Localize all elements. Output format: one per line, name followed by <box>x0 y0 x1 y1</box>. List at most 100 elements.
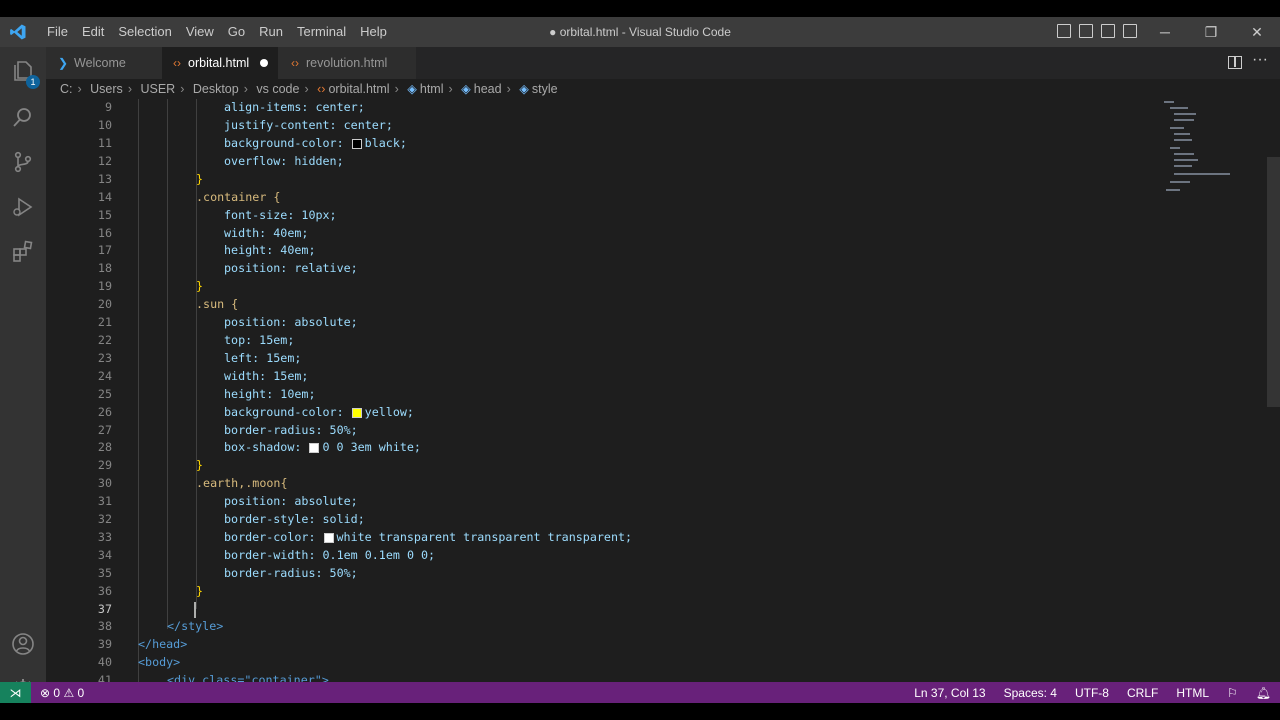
line-number: 11 <box>97 136 112 150</box>
minimap[interactable] <box>1160 99 1250 219</box>
code-text: background-color: black; <box>224 136 407 150</box>
breadcrumb-item[interactable]: style <box>532 82 558 96</box>
window-controls: ─ ❐ ✕ <box>1142 17 1280 47</box>
breadcrumb-item[interactable]: Users <box>90 82 123 96</box>
breadcrumb-item[interactable]: vs code <box>256 82 299 96</box>
search-icon[interactable] <box>11 105 35 129</box>
close-button[interactable]: ✕ <box>1234 17 1280 47</box>
line-number: 39 <box>97 637 112 651</box>
breadcrumb-item[interactable]: USER <box>140 82 175 96</box>
line-number: 40 <box>97 655 112 669</box>
editor-tabs: ❯ Welcome ‹› orbital.html ‹› revolution.htm… <box>46 47 1280 79</box>
code-line: .container { <box>196 190 281 204</box>
line-number: 10 <box>97 118 112 132</box>
error-icon: ⊗ <box>40 686 51 700</box>
source-control-icon[interactable] <box>11 150 35 174</box>
status-bar: ⋊ ⊗ 0 ⚠ 0 Ln 37, Col 13 Spaces: 4 UTF-8 … <box>0 682 1280 703</box>
indentation[interactable]: Spaces: 4 <box>995 682 1066 703</box>
toggle-primary-sidebar-icon[interactable] <box>1057 24 1071 38</box>
unsaved-dot-icon[interactable] <box>260 59 268 67</box>
menu-edit[interactable]: Edit <box>75 17 111 47</box>
line-number-current: 37 <box>97 602 112 616</box>
html-icon: ‹› <box>317 82 326 96</box>
end-of-line[interactable]: CRLF <box>1118 682 1167 703</box>
code-line: border-width: 0.1em 0.1em 0 0; <box>224 548 436 562</box>
menu-go[interactable]: Go <box>221 17 252 47</box>
symbol-icon: ◈ <box>461 82 471 96</box>
maximize-button[interactable]: ❐ <box>1188 17 1234 47</box>
explorer-badge: 1 <box>26 75 40 89</box>
line-number: 12 <box>97 154 112 168</box>
code-line: } <box>196 172 204 186</box>
breadcrumb-item[interactable]: orbital.html <box>328 82 389 96</box>
line-number: 19 <box>97 279 112 293</box>
encoding[interactable]: UTF-8 <box>1066 682 1118 703</box>
vertical-scrollbar[interactable] <box>1267 157 1280 407</box>
breadcrumb-item[interactable]: Desktop <box>193 82 239 96</box>
split-editor-icon[interactable] <box>1228 56 1242 69</box>
line-number: 30 <box>97 476 112 490</box>
breadcrumb-item[interactable]: head <box>474 82 502 96</box>
line-number: 15 <box>97 208 112 222</box>
menu-terminal[interactable]: Terminal <box>290 17 353 47</box>
menu-selection[interactable]: Selection <box>111 17 178 47</box>
line-number: 28 <box>97 440 112 454</box>
code-line: position: relative; <box>224 261 358 275</box>
code-line: justify-content: center; <box>224 118 393 132</box>
vscode-logo-icon <box>10 24 26 40</box>
customize-layout-icon[interactable] <box>1123 24 1137 38</box>
language-mode[interactable]: HTML <box>1167 682 1218 703</box>
menu-help[interactable]: Help <box>353 17 394 47</box>
code-line: position: absolute; <box>224 494 358 508</box>
code-line: border-radius: 50%; <box>224 566 358 580</box>
run-debug-icon[interactable] <box>11 195 35 219</box>
code-text: border-color: white transparent transpar… <box>224 530 633 544</box>
tab-revolution-html[interactable]: ‹› revolution.html <box>278 47 416 79</box>
tab-label: revolution.html <box>306 56 388 70</box>
color-swatch-white[interactable] <box>309 443 320 453</box>
tab-welcome[interactable]: ❯ Welcome <box>46 47 162 79</box>
line-number: 35 <box>97 566 112 580</box>
notifications-bell-icon[interactable]: 🔔︎ <box>1247 682 1280 703</box>
code-line: </style> <box>167 619 224 633</box>
tab-orbital-html[interactable]: ‹› orbital.html <box>162 47 278 79</box>
menu-file[interactable]: File <box>40 17 75 47</box>
remote-icon[interactable]: ⋊ <box>0 682 31 703</box>
line-number: 9 <box>104 100 112 114</box>
symbol-icon: ◈ <box>519 82 529 96</box>
symbol-icon: ◈ <box>407 82 417 96</box>
toggle-panel-icon[interactable] <box>1079 24 1093 38</box>
extensions-icon[interactable] <box>11 240 35 264</box>
line-number: 17 <box>97 243 112 257</box>
code-text: background-color: yellow; <box>224 405 414 419</box>
tab-label: orbital.html <box>188 56 250 70</box>
code-line: width: 40em; <box>224 226 309 240</box>
line-number: 27 <box>97 423 112 437</box>
code-line: position: absolute; <box>224 315 358 329</box>
more-actions-icon[interactable]: ··· <box>1252 51 1268 69</box>
breadcrumb: C: › Users › USER › Desktop › vs code › ‹› orb… <box>60 82 558 96</box>
layout-controls <box>1057 24 1137 38</box>
problems-indicator[interactable]: ⊗ 0 ⚠ 0 <box>40 682 84 703</box>
minimize-button[interactable]: ─ <box>1142 17 1188 47</box>
code-editor[interactable]: 9 10 11 12 13 14 15 16 17 18 19 20 21 22… <box>46 99 1268 684</box>
toggle-secondary-sidebar-icon[interactable] <box>1101 24 1115 38</box>
account-icon[interactable] <box>11 632 35 656</box>
menu-view[interactable]: View <box>179 17 221 47</box>
line-number: 33 <box>97 530 112 544</box>
code-line: border-radius: 50%; <box>224 423 358 437</box>
code-line: background-color: black; <box>224 135 407 153</box>
color-swatch-yellow[interactable] <box>351 408 362 418</box>
breadcrumb-item[interactable]: html <box>420 82 444 96</box>
color-swatch-black[interactable] <box>351 139 362 149</box>
code-line: font-size: 10px; <box>224 208 337 222</box>
code-line: background-color: yellow; <box>224 404 414 422</box>
code-line: border-style: solid; <box>224 512 365 526</box>
menu-run[interactable]: Run <box>252 17 290 47</box>
breadcrumb-item[interactable]: C: <box>60 82 73 96</box>
line-number: 32 <box>97 512 112 526</box>
feedback-icon[interactable]: ⚐ <box>1218 682 1247 703</box>
cursor-position[interactable]: Ln 37, Col 13 <box>905 682 994 703</box>
code-line: </head> <box>138 637 188 651</box>
color-swatch-white[interactable] <box>323 533 334 543</box>
